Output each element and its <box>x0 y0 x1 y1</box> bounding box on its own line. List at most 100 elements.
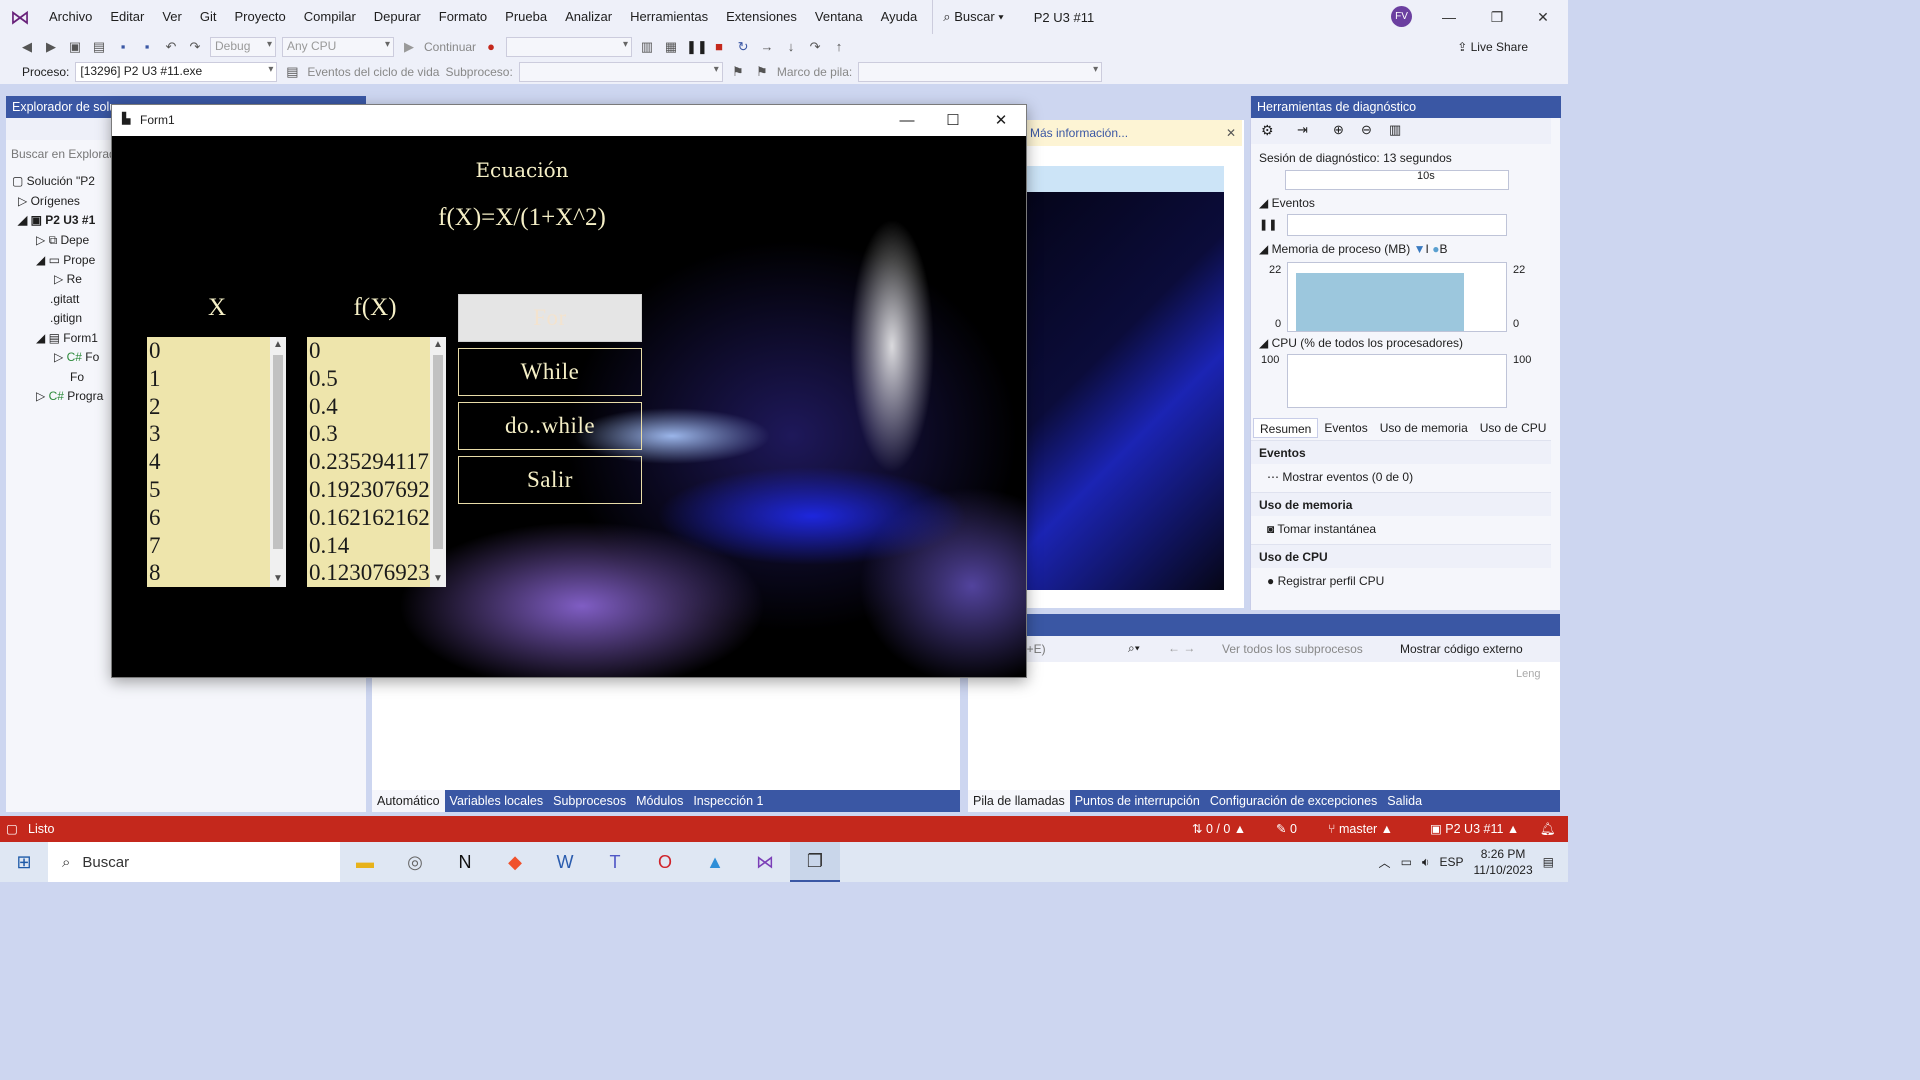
notion-icon[interactable]: N <box>440 842 490 882</box>
tab-salida[interactable]: Salida <box>1382 790 1427 812</box>
repo-button[interactable]: ▣ P2 U3 #11 ▲ <box>1430 816 1519 842</box>
form-close-button[interactable]: ✕ <box>978 105 1024 136</box>
menu-ayuda[interactable]: Ayuda <box>872 0 927 34</box>
back-icon[interactable]: ◀ <box>18 38 36 56</box>
volume-icon[interactable]: 🔉︎ <box>1422 855 1430 870</box>
timeline-ruler[interactable] <box>1285 170 1509 190</box>
visual-studio-icon[interactable]: ⋈ <box>740 842 790 882</box>
more-info-link[interactable]: Más información... <box>1030 126 1128 140</box>
form-maximize-button[interactable]: ☐ <box>930 105 976 136</box>
fx-list-item[interactable]: 0 <box>307 337 429 365</box>
menu-ventana[interactable]: Ventana <box>806 0 872 34</box>
tab-uso-memoria[interactable]: Uso de memoria <box>1374 418 1474 438</box>
file-explorer-icon[interactable]: ▬ <box>340 842 390 882</box>
fx-list-item[interactable]: 0.4 <box>307 393 429 421</box>
tree-item-program[interactable]: ▷ C# Progra <box>36 389 103 403</box>
photos-icon[interactable]: ▲ <box>690 842 740 882</box>
while-button[interactable]: While <box>458 348 642 396</box>
menu-ver[interactable]: Ver <box>153 0 191 34</box>
scroll-down-icon[interactable]: ▼ <box>270 571 286 587</box>
settings-icon[interactable]: ⚙ <box>1261 122 1274 139</box>
tab-automatico[interactable]: Automático <box>372 790 445 812</box>
tree-item-project[interactable]: ◢ ▣ P2 U3 #1 <box>18 213 95 227</box>
x-listbox[interactable]: 0 1 2 3 4 5 6 7 8 ▲ ▼ <box>147 337 286 587</box>
x-list-item[interactable]: 1 <box>147 365 269 393</box>
do-while-button[interactable]: do..while <box>458 402 642 450</box>
notifications-icon[interactable]: ▤ <box>1543 855 1554 869</box>
tree-item-resources[interactable]: ▷ Re <box>54 272 82 286</box>
tree-item-gitattributes[interactable]: .gitatt <box>50 292 79 306</box>
chevron-up-icon[interactable]: ︿ <box>1379 854 1391 871</box>
minimize-button[interactable]: — <box>1426 0 1472 34</box>
tab-variables-locales[interactable]: Variables locales <box>445 790 549 812</box>
changes-button[interactable]: ⇅ 0 / 0 ▲ <box>1192 816 1246 842</box>
hot-reload-icon[interactable]: ● <box>482 38 500 56</box>
zoom-out-icon[interactable]: ⊖ <box>1361 122 1372 138</box>
form1-titlebar[interactable]: ▙ Form1 — ☐ ✕ <box>112 105 1026 136</box>
tree-item-form1-designer[interactable]: Fo <box>70 370 84 384</box>
open-folder-icon[interactable]: ▤ <box>90 38 108 56</box>
x-list-item[interactable]: 0 <box>147 337 269 365</box>
menu-depurar[interactable]: Depurar <box>365 0 430 34</box>
save-icon[interactable]: ▪ <box>114 38 132 56</box>
fx-listbox[interactable]: 0 0.5 0.4 0.3 0.235294117 0.192307692 0.… <box>307 337 446 587</box>
restart-icon[interactable]: ↻ <box>734 38 752 56</box>
forward-icon[interactable]: ▶ <box>42 38 60 56</box>
step-icon[interactable]: → <box>758 38 776 56</box>
scroll-thumb[interactable] <box>433 355 443 549</box>
subprocess-select[interactable] <box>518 62 723 82</box>
live-share-button[interactable]: ⇪ Live Share <box>1457 40 1528 54</box>
word-icon[interactable]: W <box>540 842 590 882</box>
fx-list-item[interactable]: 0.5 <box>307 365 429 393</box>
exit-button[interactable]: Salir <box>458 456 642 504</box>
fx-list-item[interactable]: 0.235294117 <box>307 448 429 476</box>
tab-puntos-interrupcion[interactable]: Puntos de interrupción <box>1070 790 1205 812</box>
scroll-thumb[interactable] <box>273 355 283 549</box>
tab-inspeccion[interactable]: Inspección 1 <box>688 790 768 812</box>
stop-icon[interactable]: ■ <box>710 38 728 56</box>
tab-pila-llamadas[interactable]: Pila de llamadas <box>968 790 1070 812</box>
menu-proyecto[interactable]: Proyecto <box>225 0 294 34</box>
start-button[interactable]: ⊞ <box>0 842 48 882</box>
pause-icon[interactable]: ❚❚ <box>1259 218 1277 231</box>
step-out-icon[interactable]: ↑ <box>830 38 848 56</box>
x-listbox-scrollbar[interactable]: ▲ ▼ <box>270 337 286 587</box>
continue-button[interactable]: Continuar <box>424 40 476 54</box>
flag-icon[interactable]: ⚑ <box>729 63 747 81</box>
menu-prueba[interactable]: Prueba <box>496 0 556 34</box>
branch-button[interactable]: ⑂ master ▲ <box>1328 816 1393 842</box>
tab-resumen[interactable]: Resumen <box>1253 418 1319 438</box>
folder-icon[interactable]: ▥ <box>638 38 656 56</box>
tree-item-gitignore[interactable]: .gitign <box>50 311 82 325</box>
menu-editar[interactable]: Editar <box>101 0 153 34</box>
save-all-icon[interactable]: ▪ <box>138 38 156 56</box>
tree-item-dependencies[interactable]: ▷ ⧉ Depe <box>36 233 89 248</box>
teams-icon[interactable]: T <box>590 842 640 882</box>
chrome-icon[interactable]: ◎ <box>390 842 440 882</box>
avatar[interactable]: FV <box>1391 6 1412 27</box>
clock[interactable]: 8:26 PM 11/10/2023 <box>1473 846 1532 878</box>
step-over-icon[interactable]: ↷ <box>806 38 824 56</box>
layout-icon[interactable]: ▦ <box>662 38 680 56</box>
all-threads-button[interactable]: Ver todos los subprocesos <box>1222 642 1363 656</box>
opera-icon[interactable]: O <box>640 842 690 882</box>
record-cpu-link[interactable]: ● Registrar perfil CPU <box>1267 574 1384 588</box>
taskbar-search-input[interactable]: ⌕ Buscar <box>48 842 340 882</box>
redo-icon[interactable]: ↷ <box>186 38 204 56</box>
x-list-item[interactable]: 2 <box>147 393 269 421</box>
close-info-icon[interactable]: ✕ <box>1226 120 1236 146</box>
x-list-item[interactable]: 6 <box>147 504 269 532</box>
scroll-up-icon[interactable]: ▲ <box>270 337 286 353</box>
search-menu-button[interactable]: ⌕ Buscar ▾ <box>932 0 1013 34</box>
step-into-icon[interactable]: ↓ <box>782 38 800 56</box>
menu-git[interactable]: Git <box>191 0 226 34</box>
menu-formato[interactable]: Formato <box>430 0 496 34</box>
show-events-link[interactable]: ⋯ Mostrar eventos (0 de 0) <box>1267 470 1413 484</box>
tree-item-origins[interactable]: ▷ Orígenes <box>18 194 80 208</box>
menu-herramientas[interactable]: Herramientas <box>621 0 717 34</box>
zoom-in-icon[interactable]: ⊕ <box>1333 122 1344 138</box>
export-icon[interactable]: ⇥ <box>1297 122 1308 138</box>
brave-icon[interactable]: ◆ <box>490 842 540 882</box>
x-list-item[interactable]: 4 <box>147 448 269 476</box>
x-list-item[interactable]: 5 <box>147 476 269 504</box>
